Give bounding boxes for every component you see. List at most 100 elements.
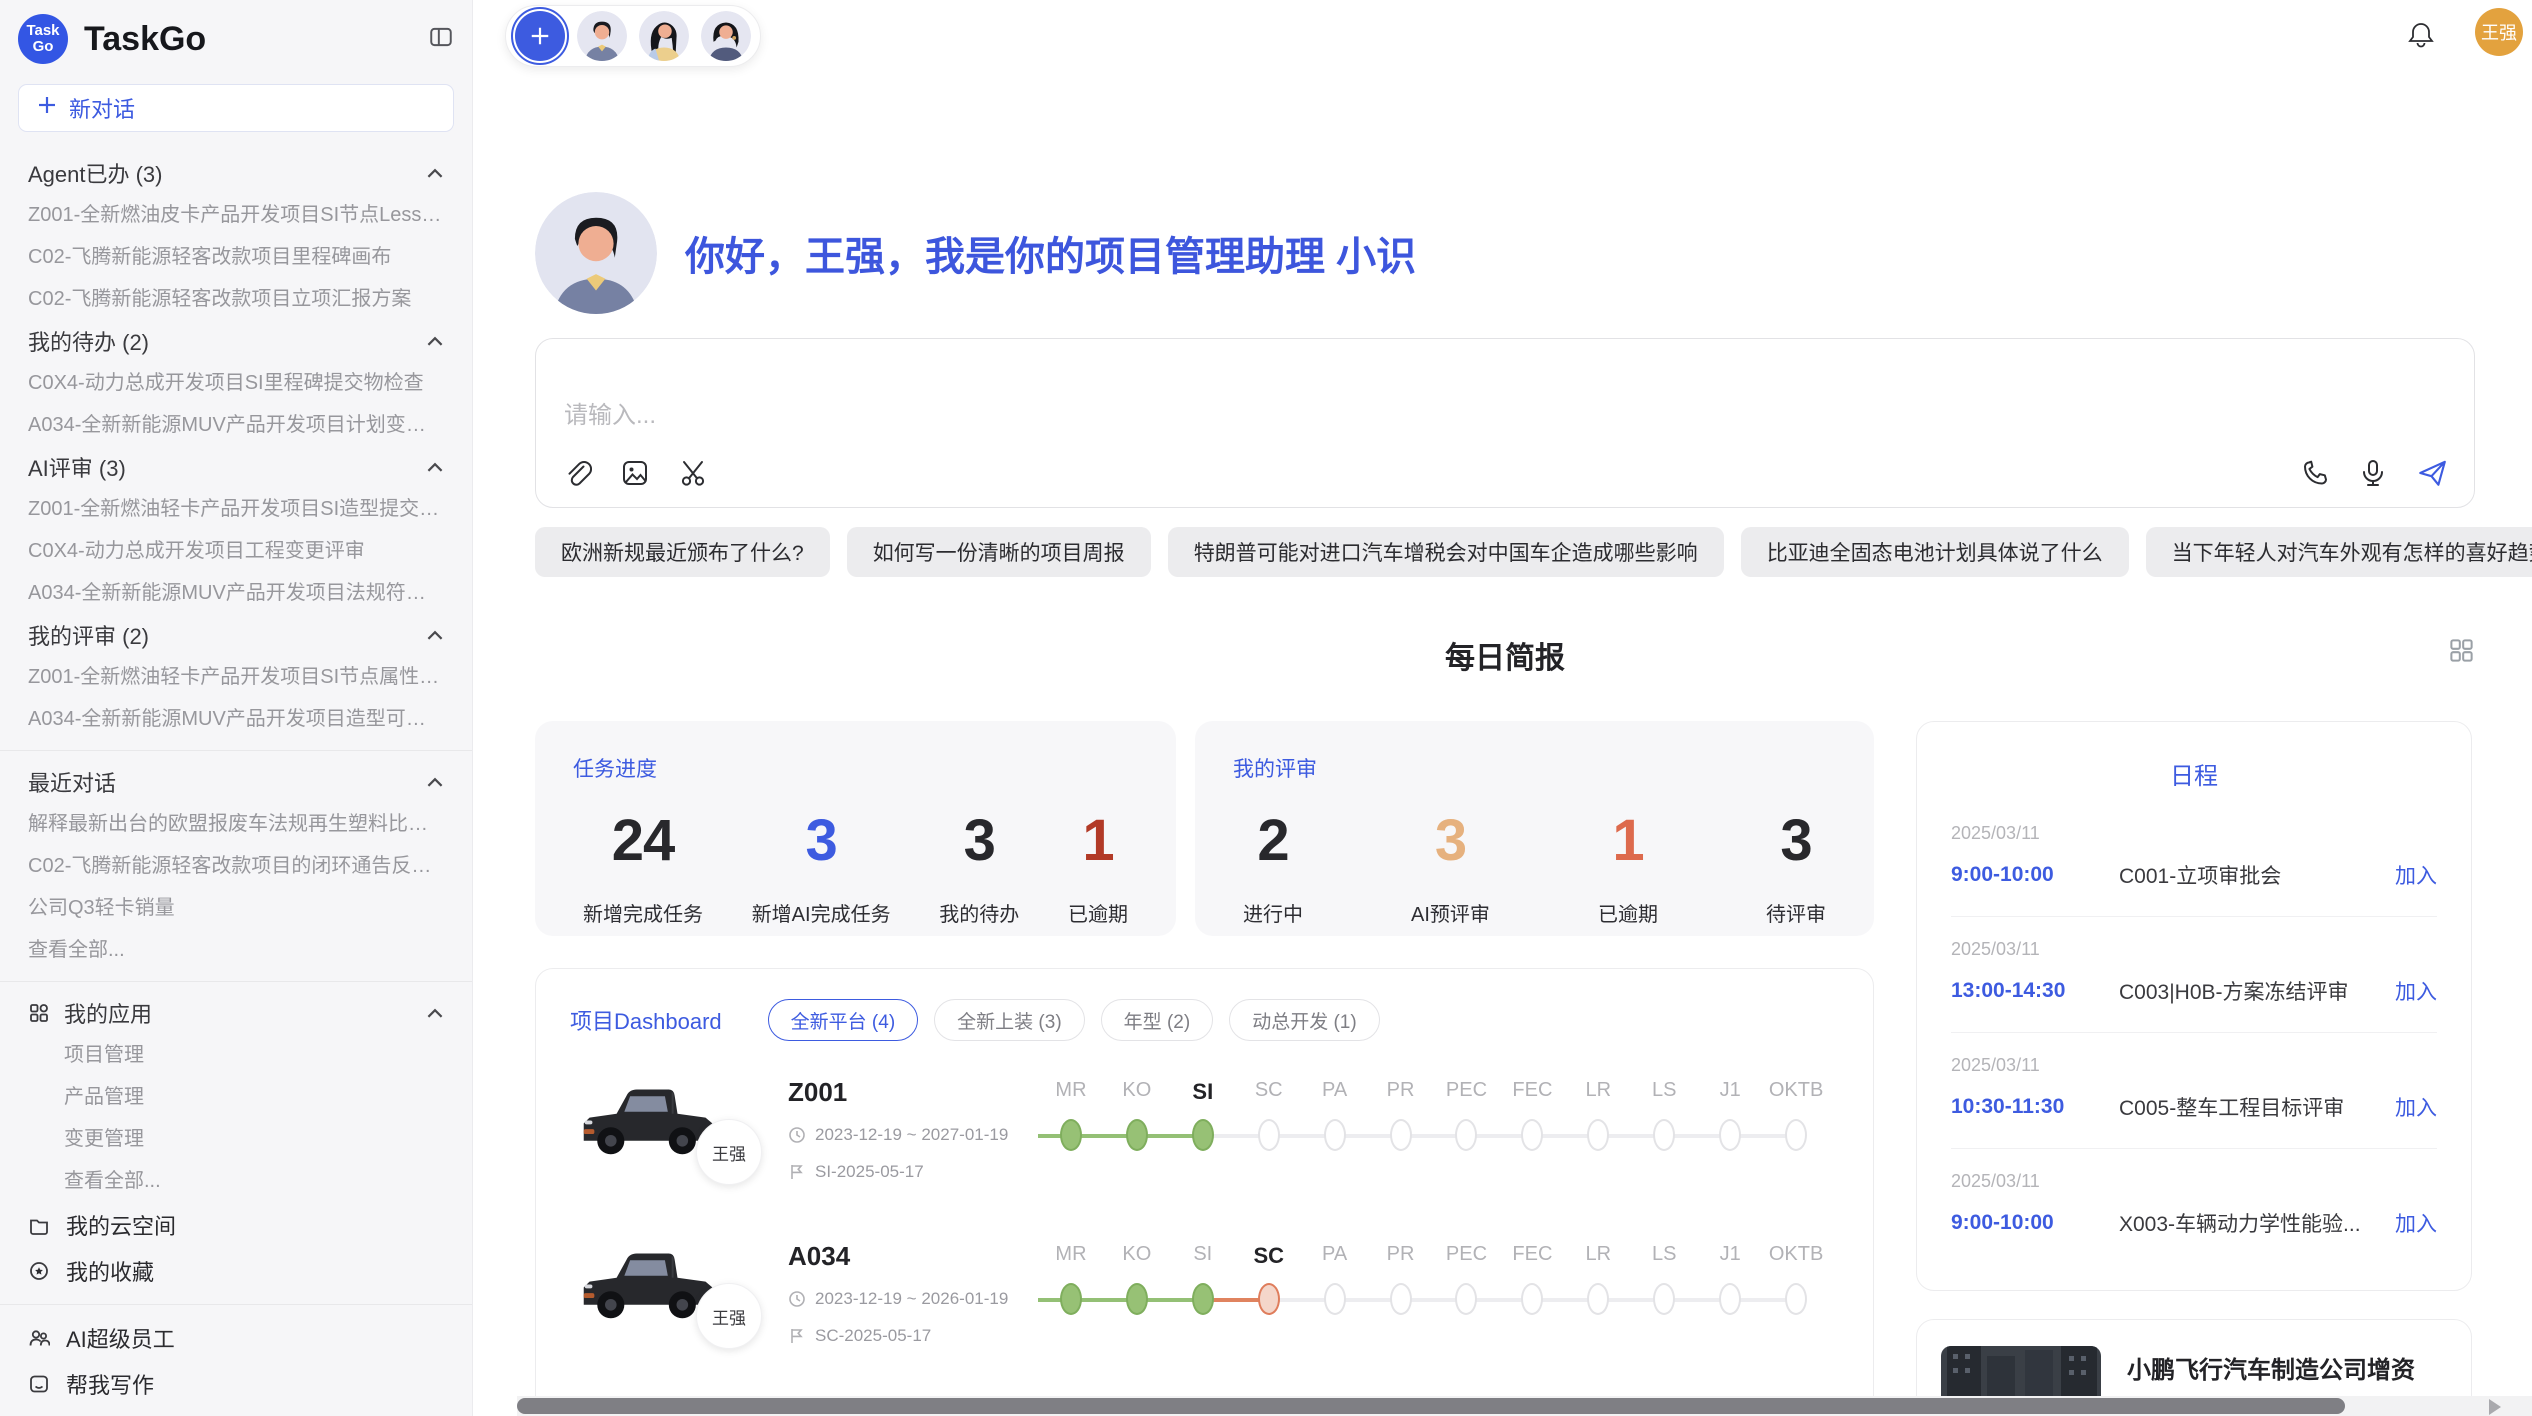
milestone-dot[interactable] [1060, 1283, 1082, 1315]
recent-chat-item[interactable]: C02-飞腾新能源轻客改款项目的闭环通告反馈情况 [0, 845, 472, 887]
milestone-dot[interactable] [1455, 1283, 1477, 1315]
image-upload-icon[interactable] [620, 458, 650, 493]
milestone-dot[interactable] [1719, 1119, 1741, 1151]
sidebar-task-item[interactable]: C02-飞腾新能源轻客改款项目立项汇报方案 [0, 278, 472, 320]
milestone-dot[interactable] [1653, 1119, 1675, 1151]
milestone-dot[interactable] [1785, 1283, 1807, 1315]
my-apps-header[interactable]: 我的应用 [0, 992, 472, 1034]
milestone[interactable]: MR [1038, 1079, 1104, 1159]
milestone-dot[interactable] [1324, 1119, 1346, 1151]
milestone[interactable]: PEC [1434, 1243, 1500, 1323]
milestone-dot[interactable] [1258, 1283, 1280, 1315]
recent-chat-item[interactable]: 解释最新出台的欧盟报废车法规再生塑料比例被调至15%... [0, 803, 472, 845]
milestone-dot[interactable] [1521, 1283, 1543, 1315]
milestone[interactable]: KO [1104, 1079, 1170, 1159]
milestone-dot[interactable] [1587, 1283, 1609, 1315]
user-avatar[interactable]: 王强 [2475, 8, 2523, 56]
schedule-join-link[interactable]: 加入 [2395, 1208, 2437, 1238]
task-section-header[interactable]: 我的评审 (2) [0, 614, 472, 656]
dashboard-filter-chip[interactable]: 年型 (2) [1101, 999, 1214, 1041]
schedule-join-link[interactable]: 加入 [2395, 1092, 2437, 1122]
my-app-item[interactable]: 查看全部... [0, 1160, 472, 1202]
milestone-dot[interactable] [1126, 1119, 1148, 1151]
milestone[interactable]: FEC [1499, 1079, 1565, 1159]
milestone[interactable]: J1 [1697, 1243, 1763, 1323]
sidebar-task-item[interactable]: Z001-全新燃油轻卡产品开发项目SI造型提交物评审 [0, 488, 472, 530]
milestone-dot[interactable] [1192, 1283, 1214, 1315]
dashboard-filter-chip[interactable]: 全新上装 (3) [934, 999, 1085, 1041]
sidebar-task-item[interactable]: C0X4-动力总成开发项目SI里程碑提交物检查 [0, 362, 472, 404]
recent-chats-header[interactable]: 最近对话 [0, 761, 472, 803]
schedule-join-link[interactable]: 加入 [2395, 976, 2437, 1006]
horizontal-scrollbar[interactable] [517, 1398, 2345, 1414]
suggestion-chip[interactable]: 如何写一份清晰的项目周报 [847, 527, 1151, 577]
sidebar-item-help-me-write[interactable]: 帮我写作 [0, 1361, 472, 1407]
milestone-dot[interactable] [1587, 1119, 1609, 1151]
recent-view-all[interactable]: 查看全部... [0, 929, 472, 971]
milestone[interactable]: SI [1170, 1079, 1236, 1159]
milestone[interactable]: LS [1631, 1079, 1697, 1159]
sidebar-item-favorites[interactable]: 我的收藏 [0, 1248, 472, 1294]
schedule-join-link[interactable]: 加入 [2395, 860, 2437, 890]
scissors-icon[interactable] [678, 458, 708, 493]
send-icon[interactable] [2416, 457, 2448, 494]
task-section-header[interactable]: AI评审 (3) [0, 446, 472, 488]
task-section-header[interactable]: Agent已办 (3) [0, 152, 472, 194]
milestone[interactable]: KO [1104, 1243, 1170, 1323]
schedule-view-all[interactable]: 查看所有日程 [1951, 1264, 2437, 1291]
milestone[interactable]: PA [1302, 1079, 1368, 1159]
avatar-man-icon[interactable] [577, 11, 627, 61]
suggestion-chip[interactable]: 比亚迪全固态电池计划具体说了什么 [1741, 527, 2129, 577]
sidebar-item-cloud-space[interactable]: 我的云空间 [0, 1202, 472, 1248]
milestone[interactable]: PR [1368, 1079, 1434, 1159]
task-section-header[interactable]: 我的待办 (2) [0, 320, 472, 362]
milestone-dot[interactable] [1521, 1119, 1543, 1151]
sidebar-task-item[interactable]: C0X4-动力总成开发项目工程变更评审 [0, 530, 472, 572]
milestone-dot[interactable] [1258, 1119, 1280, 1151]
suggestion-chip[interactable]: 特朗普可能对进口汽车增税会对中国车企造成哪些影响 [1168, 527, 1724, 577]
milestone-dot[interactable] [1192, 1119, 1214, 1151]
sidebar-task-item[interactable]: Z001-全新燃油轻卡产品开发项目SI节点属性5D文件评审 [0, 656, 472, 698]
sidebar-task-item[interactable]: Z001-全新燃油皮卡产品开发项目SI节点Lesson Learn报告 [0, 194, 472, 236]
project-owner-avatar[interactable]: 王强 [696, 1119, 762, 1185]
milestone[interactable]: OKTB [1763, 1079, 1829, 1159]
milestone[interactable]: LR [1565, 1243, 1631, 1323]
sidebar-task-item[interactable]: A034-全新新能源MUV产品开发项目法规符合性评审 [0, 572, 472, 614]
milestone[interactable]: LS [1631, 1243, 1697, 1323]
suggestion-chip[interactable]: 当下年轻人对汽车外观有怎样的喜好趋势 [2146, 527, 2532, 577]
milestone[interactable]: PA [1302, 1243, 1368, 1323]
milestone-dot[interactable] [1324, 1283, 1346, 1315]
milestone[interactable]: SC [1236, 1243, 1302, 1323]
my-app-item[interactable]: 产品管理 [0, 1076, 472, 1118]
dashboard-filter-chip[interactable]: 动总开发 (1) [1229, 999, 1380, 1041]
milestone-dot[interactable] [1653, 1283, 1675, 1315]
sidebar-task-item[interactable]: A034-全新新能源MUV产品开发项目造型可行性评审 [0, 698, 472, 740]
milestone[interactable]: LR [1565, 1079, 1631, 1159]
suggestion-chip[interactable]: 欧洲新规最近颁布了什么? [535, 527, 830, 577]
notifications-bell-icon[interactable] [2407, 20, 2435, 53]
milestone-dot[interactable] [1390, 1119, 1412, 1151]
layout-grid-icon[interactable] [2448, 637, 2475, 669]
scroll-right-arrow-icon[interactable] [2489, 1399, 2501, 1415]
milestone[interactable]: PEC [1434, 1079, 1500, 1159]
project-code[interactable]: A034 [788, 1241, 1038, 1272]
milestone[interactable]: SI [1170, 1243, 1236, 1323]
sidebar-task-item[interactable]: C02-飞腾新能源轻客改款项目里程碑画布 [0, 236, 472, 278]
milestone-dot[interactable] [1719, 1283, 1741, 1315]
add-member-button[interactable] [515, 11, 565, 61]
milestone[interactable]: J1 [1697, 1079, 1763, 1159]
voice-call-icon[interactable] [2300, 458, 2330, 493]
attachment-icon[interactable] [562, 458, 592, 493]
milestone-dot[interactable] [1126, 1283, 1148, 1315]
sidebar-item-ai-super-staff[interactable]: AI超级员工 [0, 1315, 472, 1361]
milestone[interactable]: FEC [1499, 1243, 1565, 1323]
project-code[interactable]: Z001 [788, 1077, 1038, 1108]
collapse-sidebar-icon[interactable] [428, 24, 454, 55]
recent-chat-item[interactable]: 公司Q3轻卡销量 [0, 887, 472, 929]
milestone-dot[interactable] [1785, 1119, 1807, 1151]
milestone[interactable]: PR [1368, 1243, 1434, 1323]
my-app-item[interactable]: 项目管理 [0, 1034, 472, 1076]
milestone-dot[interactable] [1390, 1283, 1412, 1315]
milestone[interactable]: MR [1038, 1243, 1104, 1323]
my-app-item[interactable]: 变更管理 [0, 1118, 472, 1160]
